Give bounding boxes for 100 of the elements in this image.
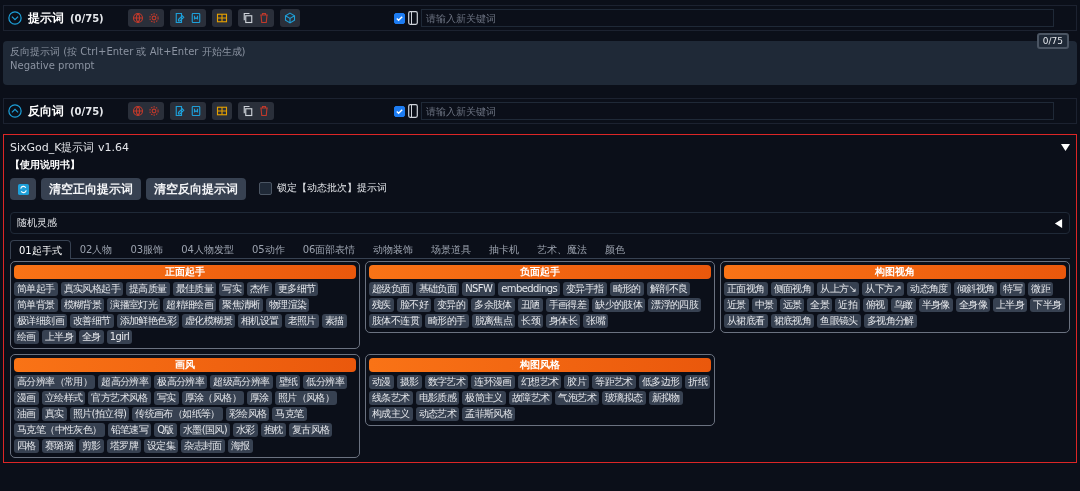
tag-button[interactable]: 水墨(国风) <box>179 423 231 437</box>
tag-button[interactable]: 厚涂 <box>247 391 272 405</box>
tag-button[interactable]: 传统画布（如纸等） <box>132 407 223 421</box>
tab[interactable]: 05动作 <box>242 240 294 258</box>
tag-button[interactable]: 聚焦清晰 <box>219 298 263 312</box>
tag-button[interactable]: 超级负面 <box>369 282 413 296</box>
tag-button[interactable]: 从上方↘ <box>817 282 860 296</box>
tab[interactable]: 颜色 <box>596 240 635 258</box>
tag-button[interactable]: 厚涂（风格） <box>181 391 245 405</box>
tag-button[interactable]: 超精细绘画 <box>163 298 217 312</box>
tag-button[interactable]: 近景 <box>724 298 749 312</box>
tag-button[interactable]: 塔罗牌 <box>106 439 142 453</box>
checkbox[interactable] <box>394 12 405 24</box>
tag-button[interactable]: 马克笔 <box>272 407 307 421</box>
tag-button[interactable]: 超高分辨率 <box>98 375 152 389</box>
tag-button[interactable]: 幻想艺术 <box>517 375 562 389</box>
tag-button[interactable]: 低多边形 <box>638 375 683 389</box>
tag-button[interactable]: 极详细刻画 <box>14 314 67 328</box>
tag-button[interactable]: 上半身 <box>993 298 1028 312</box>
tag-button[interactable]: 动态角度 <box>907 282 951 296</box>
tag-button[interactable]: 多视角分解 <box>863 314 917 328</box>
tag-button[interactable]: 脱离焦点 <box>471 314 516 328</box>
tag-button[interactable]: 孟菲斯风格 <box>462 407 516 421</box>
tag-button[interactable]: 畸形的手 <box>425 314 469 328</box>
tag-button[interactable]: 张嘴 <box>583 314 609 328</box>
tag-button[interactable]: embeddings <box>498 282 561 296</box>
clear-button[interactable]: 清空反向提示词 <box>146 178 246 200</box>
tag-button[interactable]: 漫画 <box>14 391 39 405</box>
tag-button[interactable]: 1girl <box>106 330 133 344</box>
tag-button[interactable]: 全景 <box>807 298 833 312</box>
tag-button[interactable]: 微距 <box>1028 282 1054 296</box>
tag-button[interactable]: 残疾 <box>369 298 394 312</box>
tag-button[interactable]: 添加鲜艳色彩 <box>116 314 180 328</box>
tag-button[interactable]: 基础负面 <box>415 282 460 296</box>
tag-button[interactable]: 等距艺术 <box>592 375 636 389</box>
tag-button[interactable]: 俯视 <box>863 298 888 312</box>
tag-button[interactable]: 漂浮的四肢 <box>648 298 702 312</box>
expand-icon[interactable] <box>1054 218 1063 228</box>
tag-button[interactable]: 模糊背景 <box>60 298 105 312</box>
tag-button[interactable]: 近拍 <box>835 298 861 312</box>
tag-button[interactable]: 更多细节 <box>274 282 319 296</box>
tag-button[interactable]: 提高质量 <box>126 282 170 296</box>
tag-button[interactable]: 身体长 <box>546 314 581 328</box>
expand-icon[interactable] <box>8 104 22 118</box>
tag-button[interactable]: 真实 <box>41 407 67 421</box>
tag-button[interactable]: 极高分辨率 <box>154 375 208 389</box>
tag-button[interactable]: 特写 <box>1000 282 1026 296</box>
tag-button[interactable]: 复古风格 <box>288 423 333 437</box>
tag-button[interactable]: 低分辨率 <box>303 375 348 389</box>
tag-button[interactable]: 简单起手 <box>14 282 58 296</box>
tag-button[interactable]: 杰作 <box>247 282 272 296</box>
tag-button[interactable]: 缺少的肢体 <box>592 298 646 312</box>
tag-button[interactable]: 上半身 <box>41 330 76 344</box>
tag-button[interactable]: 赛璐璐 <box>41 439 76 453</box>
tag-button[interactable]: 绘画 <box>14 330 39 344</box>
tag-button[interactable]: 极简主义 <box>462 391 506 405</box>
tag-button[interactable]: 解剖不良 <box>646 282 691 296</box>
tag-button[interactable]: 相机设置 <box>238 314 282 328</box>
tag-button[interactable]: 海报 <box>227 439 253 453</box>
tag-button[interactable]: 手画得差 <box>545 298 590 312</box>
tag-button[interactable]: 玻璃拟态 <box>602 391 646 405</box>
tag-button[interactable]: 立绘样式 <box>41 391 86 405</box>
collapse-icon[interactable] <box>8 11 22 25</box>
tag-button[interactable]: 写实 <box>219 282 245 296</box>
tag-button[interactable]: 彩绘风格 <box>225 407 270 421</box>
tag-button[interactable]: 改善细节 <box>70 314 114 328</box>
tag-button[interactable]: Q版 <box>154 423 177 437</box>
keyword-field[interactable]: 请输入新关键词 <box>421 102 1054 120</box>
tab[interactable]: 01起手式 <box>10 240 71 259</box>
tab[interactable]: 04人物发型 <box>172 240 243 258</box>
tag-button[interactable]: 丑陋 <box>517 298 543 312</box>
tag-button[interactable]: 演播室灯光 <box>107 298 161 312</box>
copy-button[interactable] <box>241 105 254 117</box>
tag-button[interactable]: 线条艺术 <box>369 391 413 405</box>
tab[interactable]: 场景道具 <box>422 240 481 258</box>
tag-button[interactable]: 新拟物 <box>648 391 683 405</box>
tag-button[interactable]: 官方艺术风格 <box>88 391 151 405</box>
tag-button[interactable]: 气泡艺术 <box>555 391 600 405</box>
tag-button[interactable]: 故障艺术 <box>508 391 553 405</box>
refresh-button[interactable] <box>10 178 36 200</box>
layout-button[interactable] <box>215 12 228 24</box>
tag-button[interactable]: 四格 <box>14 439 39 453</box>
tab[interactable]: 艺术、魔法 <box>528 240 597 258</box>
tag-button[interactable]: 肢体不连贯 <box>369 314 422 328</box>
translate-button[interactable] <box>131 105 144 117</box>
tab[interactable]: 02人物 <box>70 240 122 258</box>
collapse-icon[interactable] <box>1061 143 1070 152</box>
tag-button[interactable]: 动漫 <box>369 375 394 389</box>
tag-button[interactable]: 电影质感 <box>415 391 460 405</box>
tab[interactable]: 抽卡机 <box>480 240 529 258</box>
tag-button[interactable]: NSFW <box>462 282 496 296</box>
tag-button[interactable]: 高分辨率（常用） <box>14 375 96 389</box>
tag-button[interactable]: 设定集 <box>144 439 179 453</box>
translate-button[interactable] <box>131 12 144 24</box>
tag-button[interactable]: 写实 <box>153 391 179 405</box>
tag-button[interactable]: 马克笔（中性灰色） <box>14 423 105 437</box>
tag-button[interactable]: 连环漫画 <box>471 375 515 389</box>
panel-icon[interactable] <box>408 11 418 25</box>
tag-button[interactable]: 物理渲染 <box>265 298 310 312</box>
tag-button[interactable]: 倾斜视角 <box>953 282 998 296</box>
